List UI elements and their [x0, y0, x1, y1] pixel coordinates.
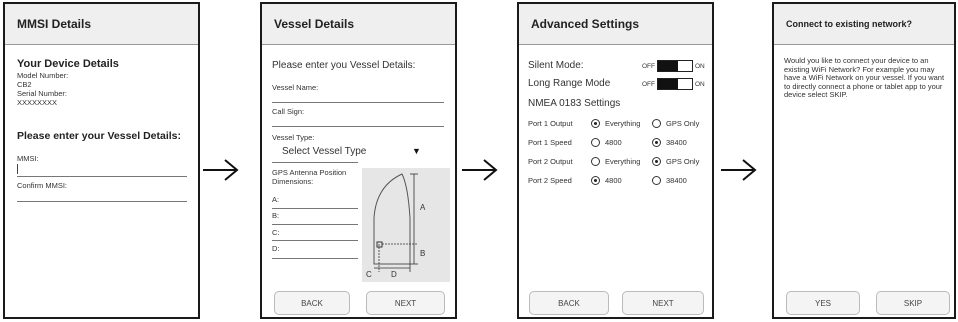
text-cursor — [17, 164, 18, 174]
vessel-name-label: Vessel Name: — [272, 83, 319, 92]
serial-number-label: Serial Number: — [17, 89, 68, 98]
port2-gps-only-radio[interactable] — [652, 157, 661, 166]
confirm-mmsi-label: Confirm MMSI: — [17, 181, 68, 190]
port2-4800-label: 4800 — [605, 176, 622, 185]
vessel-type-select[interactable]: Select Vessel Type — [282, 146, 366, 157]
device-details-heading: Your Device Details — [17, 58, 119, 70]
nmea-settings-heading: NMEA 0183 Settings — [528, 98, 621, 109]
port1-4800-label: 4800 — [605, 138, 622, 147]
vessel-type-underline — [272, 162, 358, 163]
next-button[interactable]: NEXT — [622, 291, 704, 315]
silent-mode-label: Silent Mode: — [528, 60, 584, 71]
port1-38400-label: 38400 — [666, 138, 687, 147]
port1-gps-only-label: GPS Only — [666, 119, 700, 128]
port1-38400-radio[interactable] — [652, 138, 661, 147]
port1-4800-radio[interactable] — [591, 138, 600, 147]
port2-speed-label: Port 2 Speed — [528, 176, 572, 185]
port2-gps-only-label: GPS Only — [666, 157, 700, 166]
dimension-b-input[interactable] — [272, 224, 358, 225]
mmsi-details-screen: MMSI Details Your Device Details Model N… — [3, 2, 200, 319]
dimension-d-label: D: — [272, 244, 280, 253]
vessel-type-label: Vessel Type: — [272, 133, 315, 142]
diagram-label-a: A — [420, 203, 426, 212]
vessel-details-prompt: Please enter your Vessel Details: — [17, 130, 182, 142]
call-sign-label: Call Sign: — [272, 107, 305, 116]
port2-38400-label: 38400 — [666, 176, 687, 185]
long-range-mode-label: Long Range Mode — [528, 78, 611, 89]
skip-button[interactable]: SKIP — [876, 291, 950, 315]
port1-output-label: Port 1 Output — [528, 119, 573, 128]
dimension-c-input[interactable] — [272, 240, 358, 241]
connect-network-screen: Connect to existing network? Would you l… — [772, 2, 956, 319]
mmsi-input[interactable] — [17, 176, 187, 177]
screen-title: Connect to existing network? — [774, 4, 954, 45]
screen-title: MMSI Details — [5, 4, 198, 45]
silent-mode-on-label: ON — [695, 63, 705, 70]
next-button[interactable]: NEXT — [366, 291, 445, 315]
gps-antenna-label: GPS Antenna Position Dimensions: — [272, 168, 347, 186]
vessel-details-prompt: Please enter you Vessel Details: — [272, 60, 416, 71]
dimension-a-label: A: — [272, 195, 280, 204]
diagram-label-b: B — [420, 249, 426, 258]
dimension-a-input[interactable] — [272, 208, 358, 209]
port1-gps-only-radio[interactable] — [652, 119, 661, 128]
port2-output-label: Port 2 Output — [528, 157, 573, 166]
back-button[interactable]: BACK — [274, 291, 350, 315]
call-sign-input[interactable] — [272, 126, 444, 127]
back-button[interactable]: BACK — [529, 291, 609, 315]
port2-everything-label: Everything — [605, 157, 641, 166]
chevron-down-icon[interactable]: ▼ — [412, 146, 421, 156]
arrow-right-icon — [462, 159, 498, 181]
mmsi-label: MMSI: — [17, 154, 39, 163]
serial-number-value: XXXXXXXX — [17, 98, 58, 107]
port1-everything-label: Everything — [605, 119, 641, 128]
port1-speed-label: Port 1 Speed — [528, 138, 572, 147]
long-range-on-label: ON — [695, 81, 705, 88]
port2-38400-radio[interactable] — [652, 176, 661, 185]
arrow-right-icon — [721, 159, 757, 181]
dimension-b-label: B: — [272, 211, 280, 220]
long-range-toggle[interactable] — [657, 78, 693, 90]
vessel-details-screen: Vessel Details Please enter you Vessel D… — [260, 2, 457, 319]
arrow-right-icon — [203, 159, 239, 181]
diagram-label-c: C — [366, 270, 372, 279]
port2-4800-radio[interactable] — [591, 176, 600, 185]
yes-button[interactable]: YES — [786, 291, 860, 315]
silent-mode-off-label: OFF — [642, 63, 655, 70]
diagram-label-d: D — [391, 270, 397, 279]
boat-dimensions-diagram — [362, 168, 450, 282]
silent-mode-toggle[interactable] — [657, 60, 693, 72]
vessel-name-input[interactable] — [272, 102, 444, 103]
dimension-d-input[interactable] — [272, 258, 358, 259]
long-range-off-label: OFF — [642, 81, 655, 88]
screen-title: Advanced Settings — [519, 4, 712, 45]
port2-everything-radio[interactable] — [591, 157, 600, 166]
model-number-value: CB2 — [17, 80, 32, 89]
port1-everything-radio[interactable] — [591, 119, 600, 128]
advanced-settings-screen: Advanced Settings Silent Mode: OFF ON Lo… — [517, 2, 714, 319]
screen-title: Vessel Details — [262, 4, 455, 45]
dimension-c-label: C: — [272, 228, 280, 237]
connect-network-message: Would you like to connect your device to… — [784, 56, 945, 99]
model-number-label: Model Number: — [17, 71, 69, 80]
confirm-mmsi-input[interactable] — [17, 201, 187, 202]
